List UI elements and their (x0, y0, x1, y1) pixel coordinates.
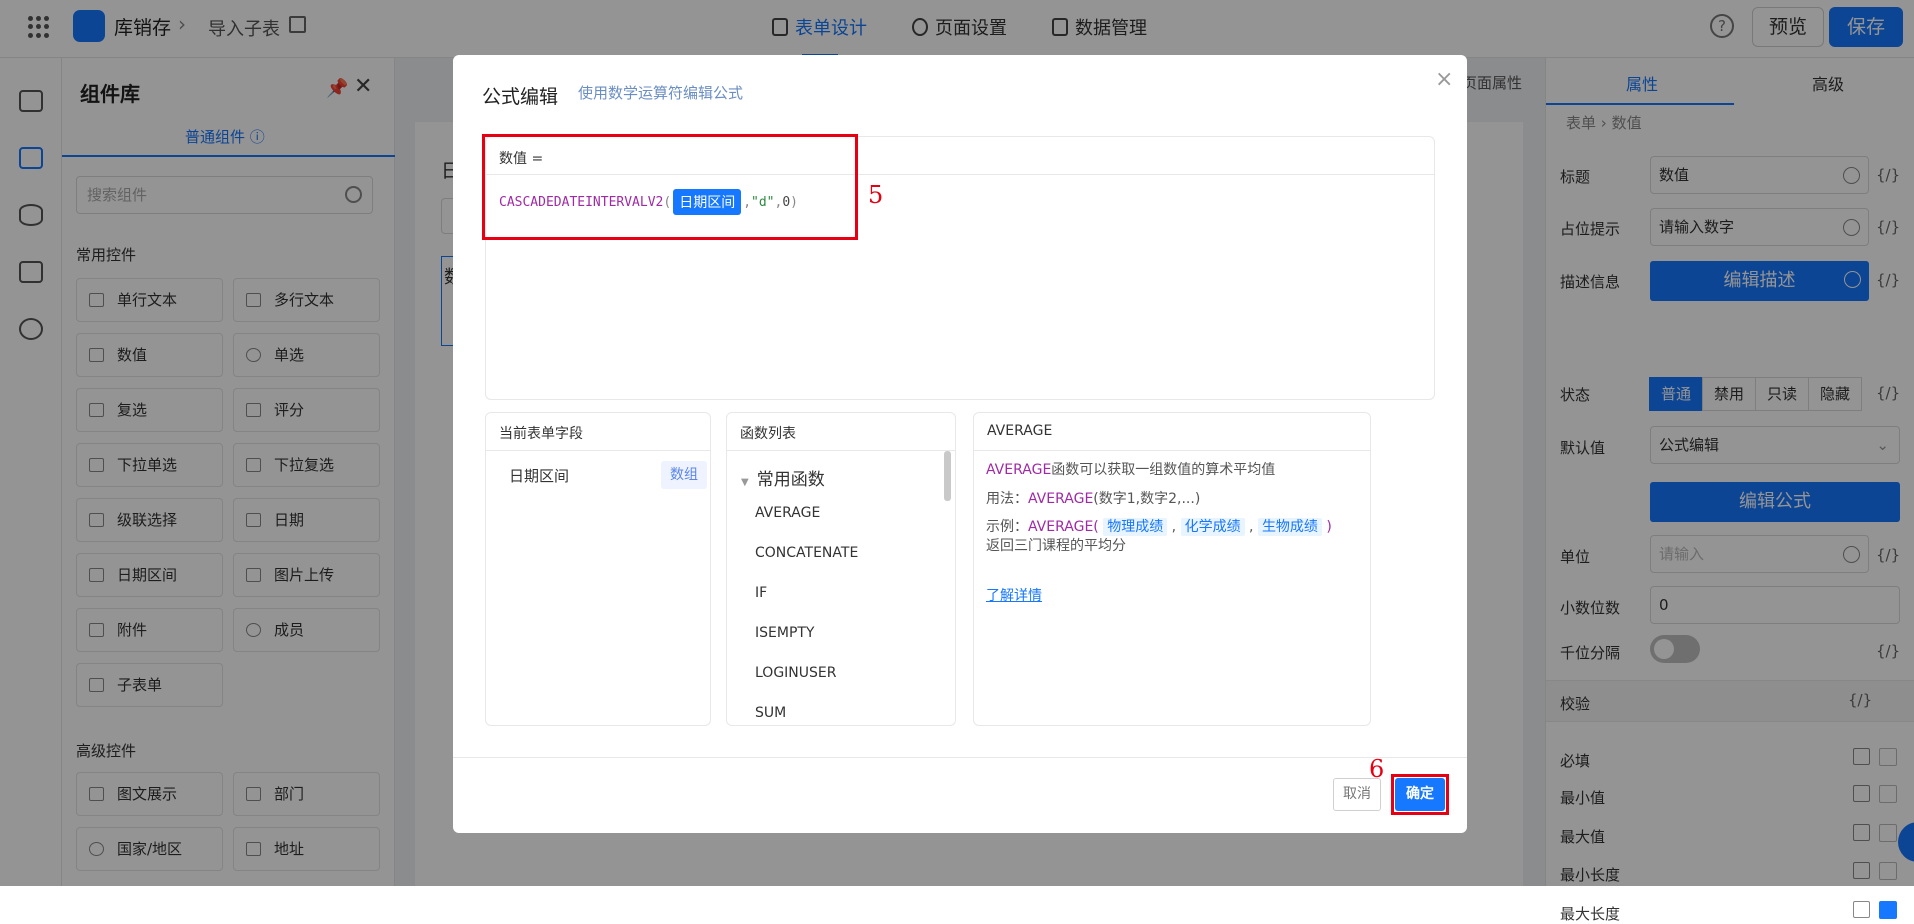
cancel-button[interactable]: 取消 (1333, 778, 1381, 811)
scrollbar[interactable] (944, 451, 951, 501)
example-param: 生物成绩 (1257, 518, 1322, 536)
usage-label: 用法： (986, 491, 1028, 507)
example-param: 化学成绩 (1180, 518, 1245, 536)
highlight-box-confirm (1391, 774, 1449, 815)
function-example: 示例：AVERAGE( 物理成绩 , 化学成绩 , 生物成绩 ) (986, 516, 1332, 536)
example-function: AVERAGE (1028, 519, 1094, 535)
edit-icon[interactable] (1853, 901, 1870, 918)
function-item[interactable]: CONCATENATE (755, 545, 858, 561)
summary-text: 函数可以获取一组数值的算术平均值 (1051, 462, 1276, 478)
function-item[interactable]: AVERAGE (755, 505, 820, 521)
form-fields-pane: 当前表单字段 日期区间 数组 (485, 412, 711, 726)
function-item[interactable]: ISEMPTY (755, 625, 815, 641)
pane-header: 函数列表 (727, 413, 955, 451)
close-icon[interactable]: × (1435, 67, 1453, 92)
example-comma: , (1171, 519, 1177, 535)
modal-footer-divider (453, 757, 1467, 758)
max-length-checkbox[interactable] (1879, 901, 1897, 919)
function-usage: 用法：AVERAGE(数字1,数字2,...) (986, 488, 1200, 508)
function-item[interactable]: IF (755, 585, 767, 601)
function-category[interactable]: ▼ 常用函数 (741, 465, 825, 490)
example-comma: , (1249, 519, 1254, 535)
function-description-pane: AVERAGE AVERAGE函数可以获取一组数值的算术平均值 用法：AVERA… (973, 412, 1371, 726)
pane-header: AVERAGE (974, 413, 1370, 451)
example-result: 返回三门课程的平均分 (986, 538, 1126, 554)
formula-editor-modal: 公式编辑 使用数学运算符编辑公式 × 数值 = CASCADEDATEINTER… (453, 55, 1467, 833)
usage-args: (数字1,数字2,...) (1093, 491, 1201, 507)
learn-more-link-wrap: 了解详情 (986, 585, 1042, 605)
learn-more-link[interactable]: 了解详情 (986, 588, 1042, 604)
field-type-badge: 数组 (661, 461, 707, 489)
function-summary: AVERAGE函数可以获取一组数值的算术平均值 (986, 459, 1275, 479)
function-list-pane: 函数列表 ▼ 常用函数 AVERAGE CONCATENATE IF ISEMPT… (726, 412, 956, 726)
field-item-name[interactable]: 日期区间 (509, 465, 569, 486)
usage-function: AVERAGE (1028, 491, 1094, 507)
example-param: 物理成绩 (1103, 518, 1168, 536)
function-name: AVERAGE (986, 462, 1052, 478)
highlight-box-formula (482, 134, 858, 240)
example-close-paren: ) (1326, 519, 1332, 535)
function-item[interactable]: LOGINUSER (755, 665, 836, 681)
function-item[interactable]: SUM (755, 705, 786, 721)
category-label: 常用函数 (756, 470, 825, 490)
validation-max-length: 最大长度 (1560, 905, 1621, 923)
pane-header: 当前表单字段 (486, 413, 710, 451)
modal-title: 公式编辑 (482, 86, 559, 108)
caret-down-icon: ▼ (741, 477, 749, 488)
example-open-paren: ( (1093, 519, 1099, 535)
annotation-step-5: 5 (868, 181, 884, 209)
example-label: 示例： (986, 519, 1028, 535)
modal-subtitle: 使用数学运算符编辑公式 (578, 84, 744, 102)
